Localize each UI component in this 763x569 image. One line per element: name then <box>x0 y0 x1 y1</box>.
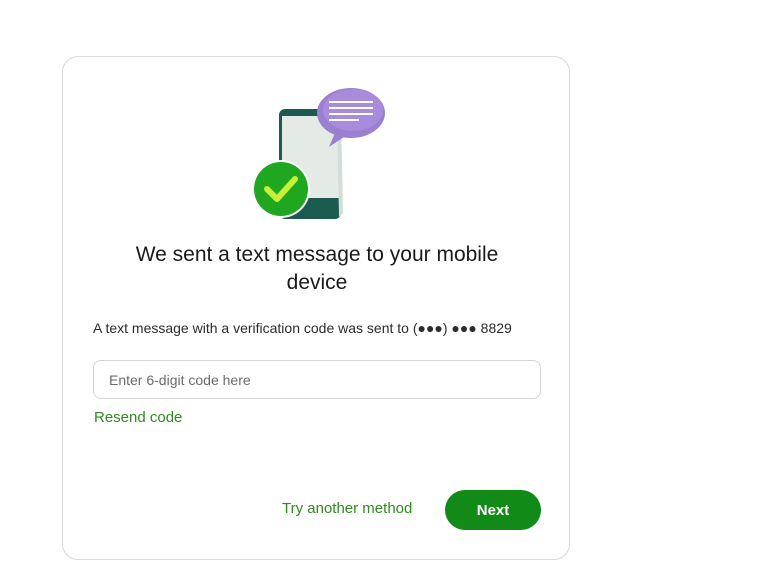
page-title: We sent a text message to your mobile de… <box>63 241 571 297</box>
page-title-line-1: We sent a text message to your mobile <box>135 243 499 266</box>
try-another-method-link[interactable]: Try another method <box>282 500 412 517</box>
verification-description: A text message with a verification code … <box>93 320 512 336</box>
verification-card: We sent a text message to your mobile de… <box>62 56 570 560</box>
verification-code-input[interactable] <box>93 360 541 399</box>
sms-verification-illustration <box>252 88 385 219</box>
page-title-line-2: device <box>286 271 348 294</box>
next-button[interactable]: Next <box>445 490 541 530</box>
resend-code-link[interactable]: Resend code <box>94 409 182 426</box>
check-circle-icon <box>252 160 310 218</box>
